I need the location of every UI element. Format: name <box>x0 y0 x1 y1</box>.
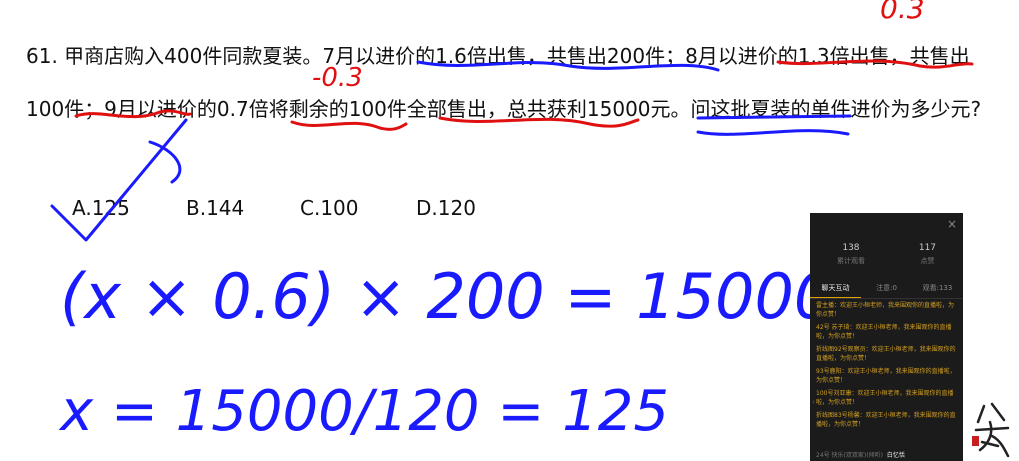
option-a: A.125 <box>72 196 130 220</box>
tab-notice[interactable]: 注意:0 <box>861 279 912 298</box>
stat-views: 138 累计观看 <box>837 243 865 266</box>
close-icon[interactable]: × <box>947 217 957 231</box>
stat-likes: 117 点赞 <box>919 243 936 266</box>
option-b: B.144 <box>186 196 245 220</box>
footer-name: 白忆恬 <box>886 452 905 459</box>
tab-chat[interactable]: 聊天互动 <box>810 279 861 298</box>
stat-likes-value: 117 <box>918 243 937 253</box>
chat-message: 折线图83号杨馨：欢迎王小桓老师，我来围观你的直播啦，为你点赞！ <box>816 412 956 428</box>
answer-options: A.125 B.144 C.100 D.120 <box>72 196 476 220</box>
equation-line2: x = 15000/120 = 125 <box>58 379 669 444</box>
question-seg3: ，共售出200件； <box>526 44 686 68</box>
question-seg5: 售， <box>869 44 910 68</box>
x-mark-stroke <box>148 140 182 184</box>
question-seg8: 0.7倍将剩余的100件全部售出 <box>216 97 487 121</box>
chat-message: 100号刘亚康：欢迎王小桓老师，我来围观你的直播啦，为你点赞！ <box>816 390 954 406</box>
footer-text: 24号 快乐(双双家)(倾听) <box>816 452 883 459</box>
stat-views-label: 累计观看 <box>836 257 865 265</box>
calligraphy-logo <box>972 402 1010 458</box>
equation-line1: (x × 0.6) × 200 = 15000元 <box>60 260 899 333</box>
panel-stats: 138 累计观看 117 点赞 <box>810 243 963 266</box>
question-seg2: 7月以进价的1.6倍出售 <box>322 44 527 68</box>
question-seg4: 8月以进价的1.3倍出 <box>685 44 870 68</box>
chat-message: 折线图92号观察员：欢迎王小桓老师，我来围观你的直播啦，为你点赞！ <box>816 346 956 362</box>
question-seg10: 总共获利15000元 <box>506 97 671 121</box>
question-seg7: ；9月以进价的 <box>84 97 217 121</box>
stat-views-value: 138 <box>842 243 860 253</box>
chat-message: 42号 苏子琦：欢迎王小桓老师，我来围观你的直播啦，为你点赞！ <box>816 324 952 340</box>
option-c: C.100 <box>300 196 359 220</box>
panel-tabs: 聊天互动 注意:0 观看:133 <box>810 279 963 299</box>
chevron-left-icon[interactable]: ‹ <box>812 398 815 406</box>
check-mark <box>50 118 188 242</box>
option-d: D.120 <box>416 196 476 220</box>
question-seg11: 。问这批夏装的单件进价为多少元? <box>670 97 982 121</box>
panel-footer: 24号 快乐(双双家)(倾听) 白忆恬 <box>816 450 959 459</box>
stat-likes-label: 点赞 <box>920 257 935 265</box>
note-top: 0.3 <box>880 0 925 25</box>
chat-messages: 雷主播：欢迎王小桓老师，我来围观你的直播啦，为你点赞！ 42号 苏子琦：欢迎王小… <box>816 301 959 433</box>
chat-message: 雷主播：欢迎王小桓老师，我来围观你的直播啦，为你点赞！ <box>816 302 955 318</box>
question-seg1: 甲商店购入400件同款夏装。 <box>64 44 323 68</box>
live-chat-panel: × 138 累计观看 117 点赞 聊天互动 注意:0 观看:133 雷主播：欢… <box>810 213 963 461</box>
chat-message: 93号鹿阳：欢迎王小桓老师，我来围观你的直播啦，为你点赞！ <box>816 368 956 384</box>
tab-viewers[interactable]: 观看:133 <box>912 279 963 298</box>
question-number: 61. <box>26 44 58 68</box>
question-seg9: ， <box>486 97 507 121</box>
question-text: 61. 甲商店购入400件同款夏装。7月以进价的1.6倍出售，共售出200件；8… <box>26 30 996 136</box>
